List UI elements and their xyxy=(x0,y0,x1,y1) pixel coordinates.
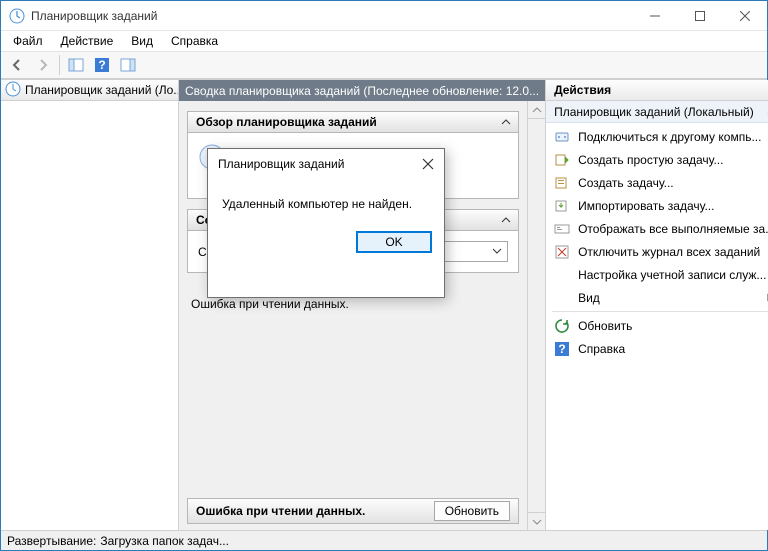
action-item[interactable]: Настройка учетной записи служ... xyxy=(546,263,768,286)
refresh-button-label: Обновить xyxy=(445,504,499,518)
action-item[interactable]: Вид▶ xyxy=(546,286,768,309)
svg-text:?: ? xyxy=(98,58,105,72)
chevron-up-icon xyxy=(500,214,512,229)
action-label: Отображать все выполняемые за... xyxy=(578,222,768,236)
dialog-ok-label: OK xyxy=(385,235,402,249)
menubar: Файл Действие Вид Справка xyxy=(1,31,767,51)
forward-button[interactable] xyxy=(31,54,55,76)
statusbar: Развертывание: Загрузка папок задач... xyxy=(1,530,767,550)
error-dialog: Планировщик заданий Удаленный компьютер … xyxy=(207,148,445,298)
action-item[interactable]: Отображать все выполняемые за... xyxy=(546,217,768,240)
action-icon xyxy=(554,244,570,260)
action-label: Обновить xyxy=(578,319,632,333)
dialog-close-button[interactable] xyxy=(412,149,444,179)
scheduler-icon xyxy=(5,81,21,100)
menu-help[interactable]: Справка xyxy=(163,32,226,50)
show-hide-tree-button[interactable] xyxy=(64,54,88,76)
action-label: Настройка учетной записи служ... xyxy=(578,268,766,282)
actions-group-title[interactable]: Планировщик заданий (Локальный) xyxy=(546,101,768,123)
show-hide-actions-button[interactable] xyxy=(116,54,140,76)
action-label: Создать простую задачу... xyxy=(578,153,723,167)
center-header-text: Сводка планировщика заданий (Последнее о… xyxy=(185,84,539,98)
toolbar: ? xyxy=(1,51,767,79)
statusbar-text: Загрузка папок задач... xyxy=(100,534,229,548)
footer-text: Ошибка при чтении данных. xyxy=(196,504,365,518)
tree-root-label: Планировщик заданий (Ло... xyxy=(25,83,178,97)
svg-text:?: ? xyxy=(558,342,565,356)
action-icon xyxy=(554,267,570,283)
back-button[interactable] xyxy=(5,54,29,76)
action-label: Вид xyxy=(578,291,600,305)
action-icon xyxy=(554,152,570,168)
chevron-down-icon xyxy=(491,245,503,260)
menu-file[interactable]: Файл xyxy=(5,32,51,50)
maximize-button[interactable] xyxy=(677,1,722,30)
action-item[interactable]: Импортировать задачу... xyxy=(546,194,768,217)
vertical-scrollbar[interactable] xyxy=(527,101,545,530)
action-item[interactable]: Обновить xyxy=(546,314,768,337)
tree-root-item[interactable]: Планировщик заданий (Ло... xyxy=(1,80,178,101)
overview-group-header[interactable]: Обзор планировщика заданий xyxy=(187,111,519,133)
refresh-button[interactable]: Обновить xyxy=(434,501,510,521)
center-footer: Ошибка при чтении данных. Обновить xyxy=(187,498,519,524)
tree-pane: Планировщик заданий (Ло... xyxy=(1,80,179,530)
actions-group-label: Планировщик заданий (Локальный) xyxy=(554,105,754,119)
menu-action[interactable]: Действие xyxy=(53,32,122,50)
main-area: Планировщик заданий (Ло... Сводка планир… xyxy=(1,79,767,530)
actions-list: Подключиться к другому компь... Создать п… xyxy=(546,123,768,362)
window-title: Планировщик заданий xyxy=(31,9,632,23)
dialog-ok-button[interactable]: OK xyxy=(356,231,432,253)
scroll-up-button[interactable] xyxy=(528,101,545,119)
menu-view[interactable]: Вид xyxy=(123,32,161,50)
action-item[interactable]: Отключить журнал всех заданий xyxy=(546,240,768,263)
action-label: Справка xyxy=(578,342,625,356)
action-label: Создать задачу... xyxy=(578,176,674,190)
action-icon: ? xyxy=(554,341,570,357)
toolbar-separator xyxy=(59,55,60,75)
close-button[interactable] xyxy=(722,1,767,30)
action-item[interactable]: Подключиться к другому компь... xyxy=(546,125,768,148)
action-icon xyxy=(554,318,570,334)
minimize-button[interactable] xyxy=(632,1,677,30)
overview-title: Обзор планировщика заданий xyxy=(196,115,377,129)
action-label: Подключиться к другому компь... xyxy=(578,130,761,144)
titlebar: Планировщик заданий xyxy=(1,1,767,31)
dialog-title: Планировщик заданий xyxy=(218,157,412,171)
action-item[interactable]: Создать простую задачу... xyxy=(546,148,768,171)
chevron-up-icon xyxy=(500,116,512,131)
dialog-titlebar: Планировщик заданий xyxy=(208,149,444,179)
action-icon xyxy=(554,221,570,237)
action-item[interactable]: ? Справка xyxy=(546,337,768,360)
action-icon xyxy=(554,198,570,214)
center-header: Сводка планировщика заданий (Последнее о… xyxy=(179,80,545,101)
action-icon xyxy=(554,290,570,306)
app-window: Планировщик заданий Файл Действие Вид Сп… xyxy=(0,0,768,551)
help-button[interactable]: ? xyxy=(90,54,114,76)
app-icon xyxy=(9,8,25,24)
actions-pane: Действия Планировщик заданий (Локальный)… xyxy=(546,80,768,530)
action-separator xyxy=(552,311,768,312)
action-label: Отключить журнал всех заданий xyxy=(578,245,760,259)
action-label: Импортировать задачу... xyxy=(578,199,714,213)
actions-pane-title: Действия xyxy=(546,80,768,101)
action-icon xyxy=(554,175,570,191)
action-icon xyxy=(554,129,570,145)
statusbar-label: Развертывание: xyxy=(7,534,96,548)
dialog-message: Удаленный компьютер не найден. xyxy=(208,179,444,221)
scroll-down-button[interactable] xyxy=(528,512,545,530)
action-item[interactable]: Создать задачу... xyxy=(546,171,768,194)
